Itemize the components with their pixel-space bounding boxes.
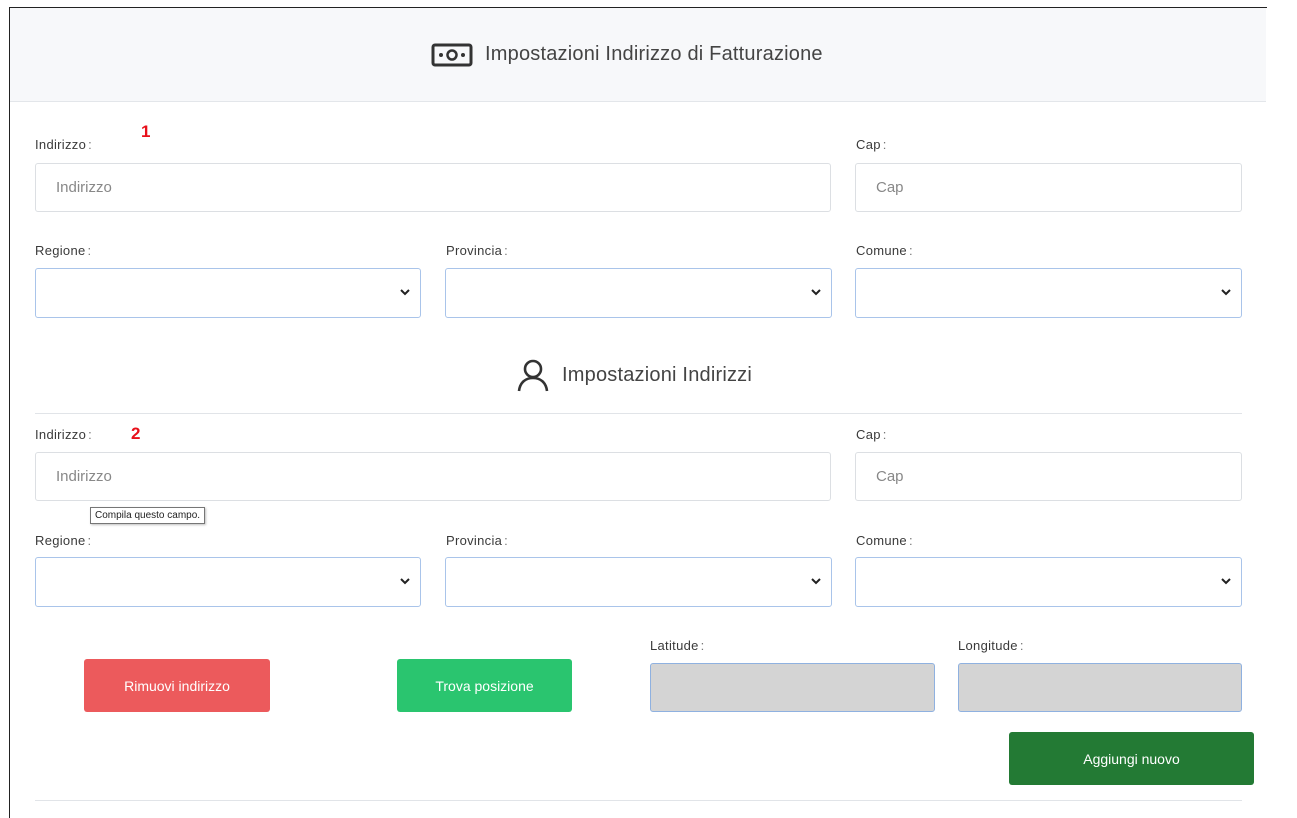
section-divider — [35, 413, 1242, 414]
province-select[interactable] — [445, 557, 832, 607]
region-select[interactable] — [35, 557, 421, 607]
cap-label: Cap: — [856, 427, 887, 442]
chevron-down-icon — [811, 578, 821, 585]
cap-input[interactable] — [855, 452, 1242, 501]
billing-address-label: Indirizzo: — [35, 137, 93, 152]
billing-comune-label: Comune: — [856, 243, 913, 258]
longitude-label: Longitude: — [958, 638, 1024, 653]
region-label: Regione: — [35, 533, 92, 548]
chevron-down-icon — [811, 289, 821, 296]
latitude-field — [650, 663, 935, 712]
province-label: Provincia: — [446, 533, 509, 548]
address-label: Indirizzo: — [35, 427, 93, 442]
billing-cap-input[interactable] — [855, 163, 1242, 212]
billing-cap-label: Cap: — [856, 137, 887, 152]
comune-label: Comune: — [856, 533, 913, 548]
billing-title: Impostazioni Indirizzo di Fatturazione — [431, 8, 823, 101]
billing-comune-select[interactable] — [855, 268, 1242, 318]
latitude-label: Latitude: — [650, 638, 705, 653]
validation-tooltip: Compila questo campo. — [90, 507, 206, 524]
annotation-marker-1: 1 — [141, 122, 151, 141]
addresses-title-text: Impostazioni Indirizzi — [562, 363, 753, 386]
billing-province-select[interactable] — [445, 268, 832, 318]
comune-select[interactable] — [855, 557, 1242, 607]
user-icon — [516, 358, 550, 392]
address-input[interactable] — [35, 452, 831, 501]
chevron-down-icon — [400, 289, 410, 296]
longitude-field — [958, 663, 1242, 712]
billing-region-label: Regione: — [35, 243, 92, 258]
billing-region-select[interactable] — [35, 268, 421, 318]
billing-province-label: Provincia: — [446, 243, 509, 258]
find-position-button[interactable]: Trova posizione — [397, 659, 572, 712]
billing-address-input[interactable] — [35, 163, 831, 212]
billing-title-text: Impostazioni Indirizzo di Fatturazione — [485, 43, 823, 65]
addresses-title: Impostazioni Indirizzi — [516, 335, 752, 415]
annotation-marker-2: 2 — [131, 424, 141, 443]
chevron-down-icon — [400, 578, 410, 585]
remove-address-button[interactable]: Rimuovi indirizzo — [84, 659, 270, 712]
billing-header: Impostazioni Indirizzo di Fatturazione — [10, 8, 1266, 102]
chevron-down-icon — [1221, 289, 1231, 296]
banknote-icon — [431, 42, 473, 68]
add-new-button[interactable]: Aggiungi nuovo — [1009, 732, 1254, 785]
chevron-down-icon — [1221, 578, 1231, 585]
bottom-divider — [35, 800, 1242, 801]
